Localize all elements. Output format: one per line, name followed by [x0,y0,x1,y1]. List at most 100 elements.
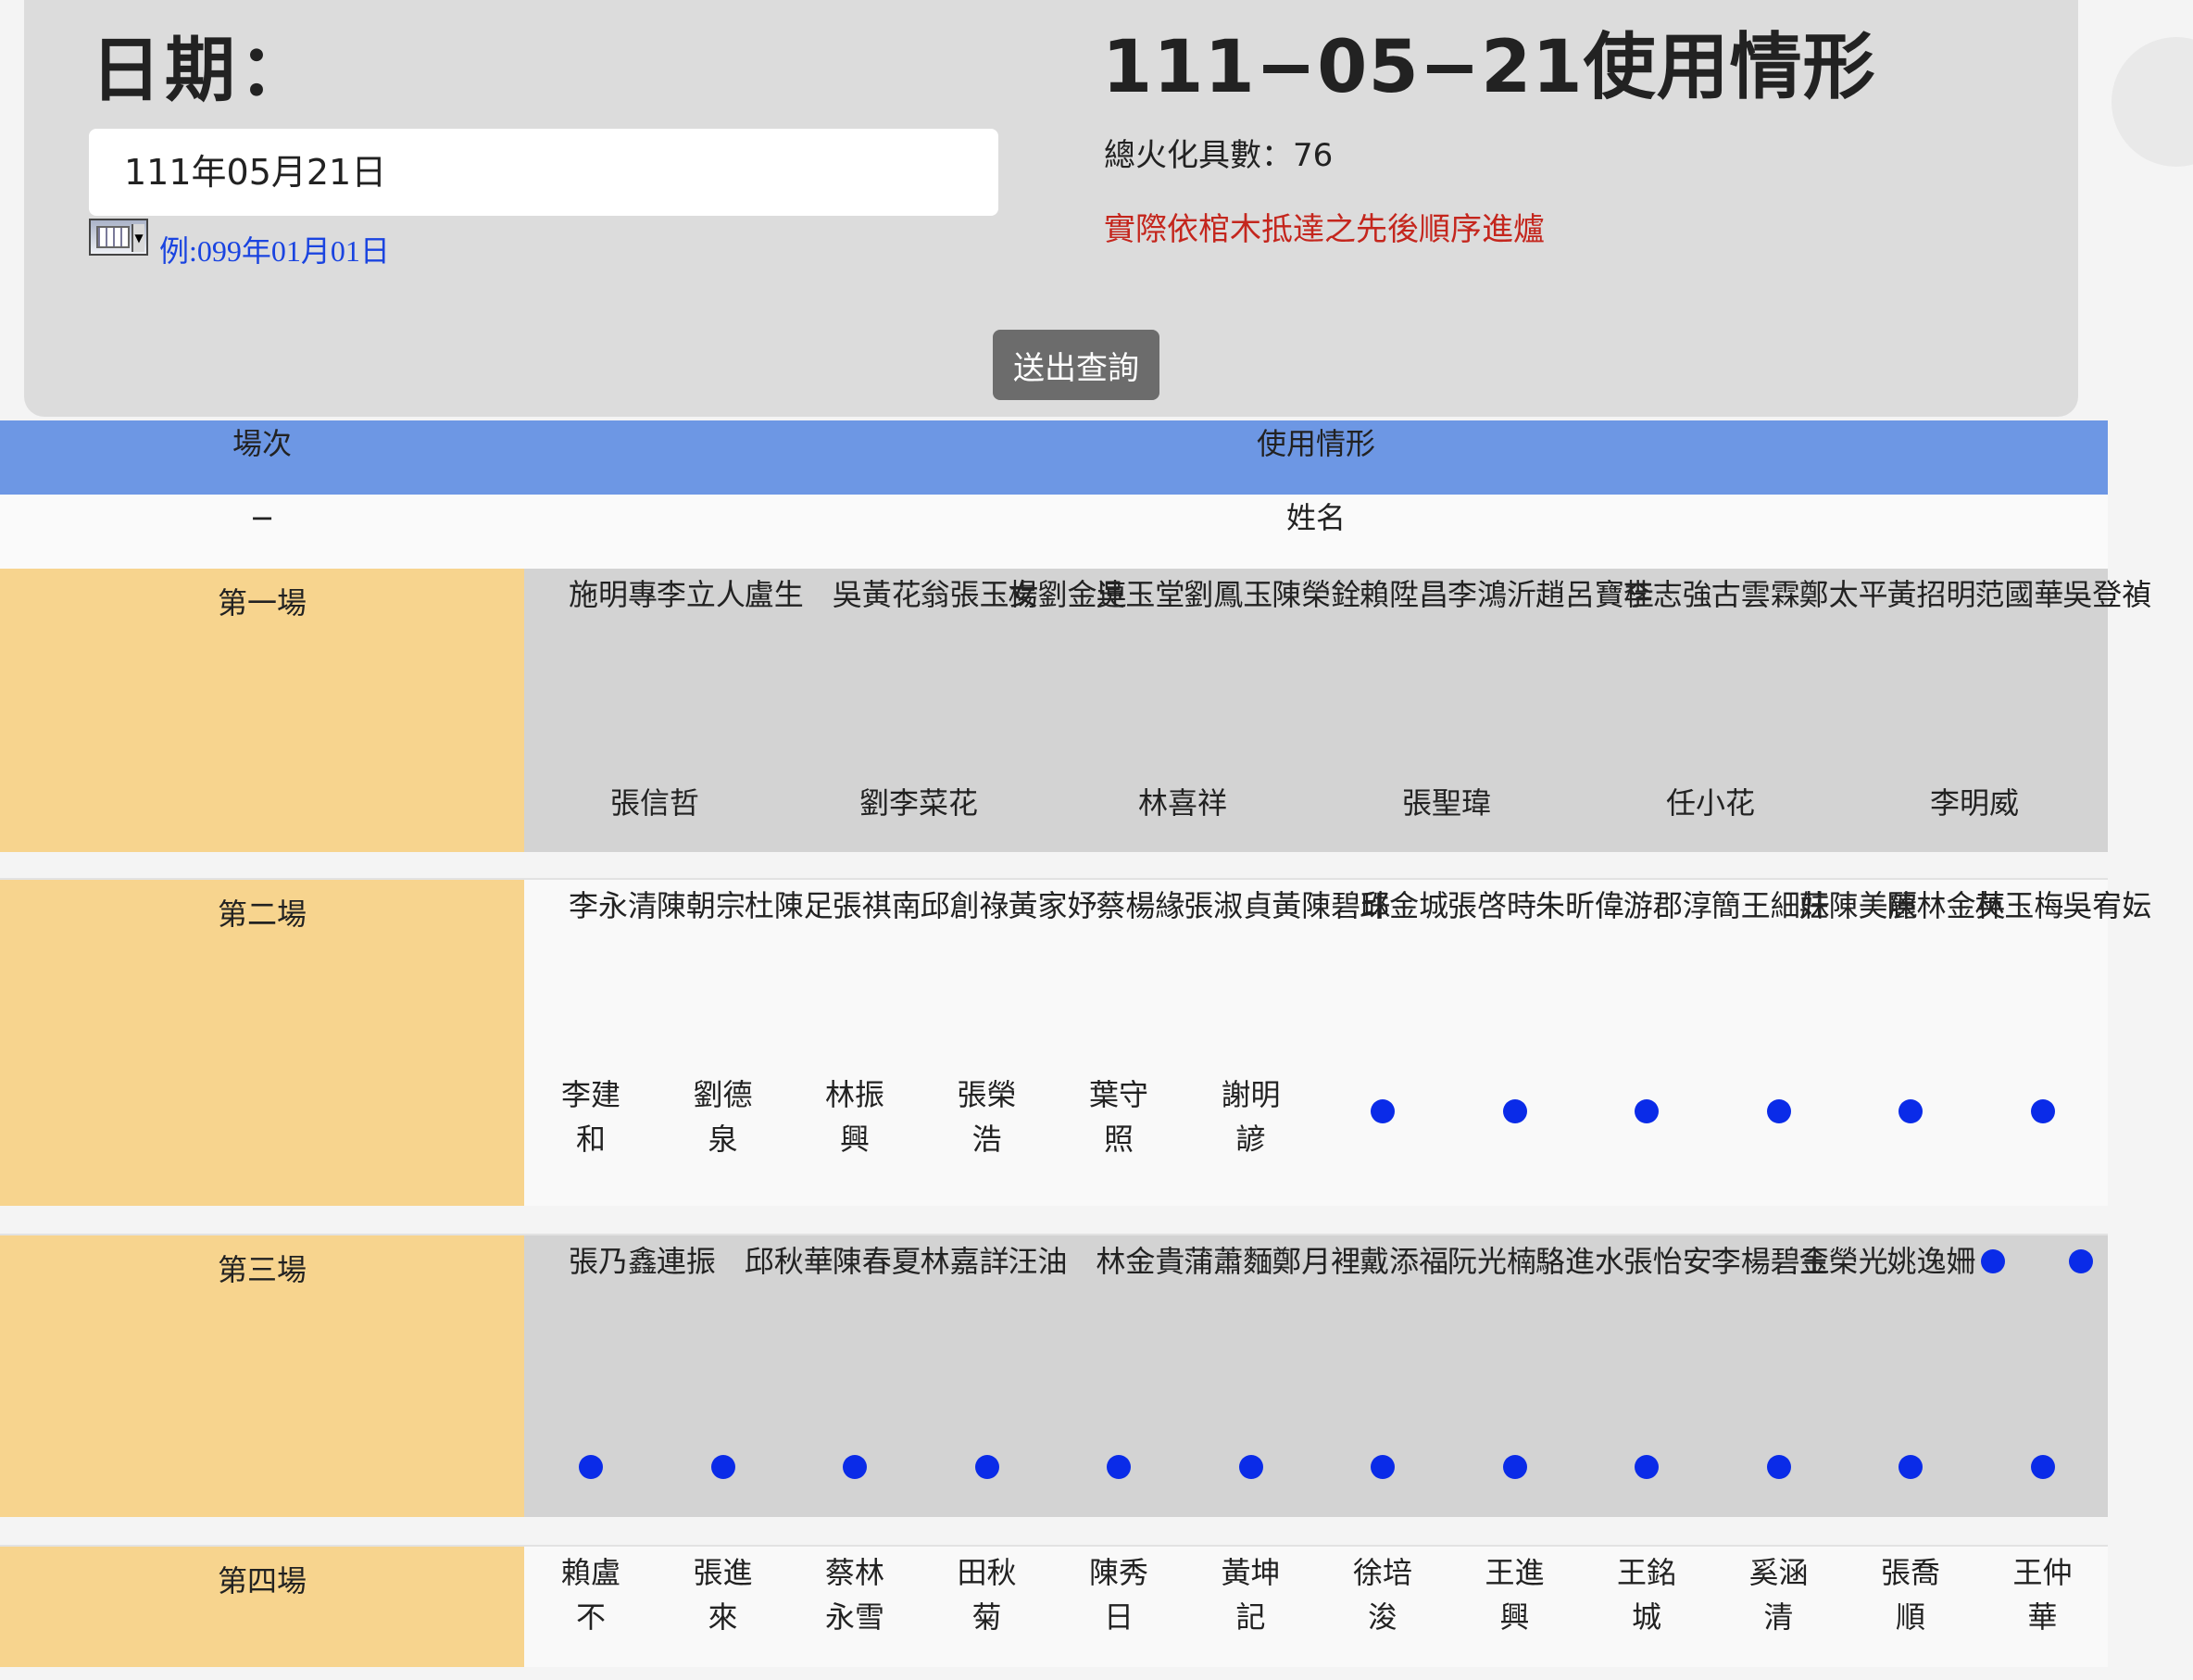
deceased-name: 林振興 [824,1077,884,1157]
deceased-name: 金榮光 [1798,1244,1888,1279]
round-label: 第一場 [0,569,524,852]
deceased-name: 張榮浩 [957,1077,1017,1157]
deceased-name: 連振 [656,1244,716,1279]
deceased-name: 賴陞昌 [1360,577,1449,612]
empty-slot-dot [1766,1099,1791,1123]
query-panel: 日期： 111年05月21日 ▼ 例:099年01月01日 111−05−21使… [24,0,2078,417]
deceased-name: 蔡楊緣 [1096,888,1185,923]
deceased-name: 張進來 [693,1555,753,1635]
calendar-icon[interactable]: ▼ [89,219,148,256]
deceased-name: 賴盧不 [560,1555,620,1635]
deceased-name: 黃家妤 [1008,888,1097,923]
round-names: 李永清 陳朝宗 杜陳足 張祺南 邱創祿 黃家妤 蔡楊緣 張淑貞 黃陳碧珠 邱金城 張啓時 朱昕偉 游郡淳… [524,880,2152,1206]
deceased-name: 李志強 [1623,577,1712,612]
deceased-name: 邱金城 [1360,888,1449,923]
deceased-name: 吳黃花 [832,577,921,612]
deceased-name: 阮光楠 [1447,1244,1537,1279]
deceased-name: 陳朝宗 [656,888,746,923]
deceased-name: 范國華 [1974,577,2064,612]
deceased-name: 李永清 [569,888,658,923]
deceased-name: 簡王細妹 [1711,888,1830,923]
date-input[interactable]: 111年05月21日 [89,129,998,216]
row-divider [0,1545,2108,1547]
deceased-name: 莊陳美麗 [1798,888,1918,923]
deceased-name: 張啓時 [1447,888,1537,923]
deceased-name: 楊劉金連 [1008,577,1127,612]
deceased-name: 林金貴 [1096,1244,1185,1279]
deceased-name: 陳春夏 [832,1244,921,1279]
deceased-name: 劉鳳玉 [1184,577,1273,612]
deceased-name: 張乃鑫 [569,1244,658,1279]
deceased-name: 張喬順 [1880,1555,1940,1635]
deceased-name: 邱秋華 [744,1244,833,1279]
empty-slot-dot [2069,1249,2094,1273]
empty-slot-dot [1371,1099,1395,1123]
date-label: 日期： [91,29,313,111]
header-usage: 使用情形 [1256,426,1375,461]
deceased-name: 葉守照 [1088,1077,1148,1157]
subheader-name: 姓名 [1285,500,1346,535]
deceased-name: 張怡安 [1623,1244,1712,1279]
round-label: 第二場 [0,880,524,1206]
empty-slot-dot [974,1455,999,1479]
deceased-name: 駱進水 [1535,1244,1624,1279]
empty-slot-dot [1238,1455,1263,1479]
deceased-name: 邱創祿 [920,888,1009,923]
deceased-name: 張淑貞 [1184,888,1273,923]
deceased-name: 古雲霖 [1711,577,1800,612]
deceased-name: 鄭月裡 [1272,1244,1361,1279]
background-decoration [2112,37,2193,167]
deceased-name: 蒲蕭麵 [1184,1244,1273,1279]
round-names: 施明專 李立人 盧生 吳黃花 翁張玉女 楊劉金連 吳玉堂 劉鳳玉 陳榮銓 賴陞昌 李鴻沂 趙呂寶桂 李志… [524,569,2152,852]
deceased-name: 黃招明 [1886,577,1976,612]
header-round: 場次 [232,426,292,461]
empty-slot-dot [1107,1455,1131,1479]
empty-slot-dot [710,1455,735,1479]
date-example-hint: 例:099年01月01日 [159,234,390,268]
deceased-name: 李楊碧玉 [1711,1244,1830,1279]
deceased-name: 趙呂寶桂 [1535,577,1654,612]
deceased-name: 王仲華 [2012,1555,2073,1635]
deceased-name: 李建和 [560,1077,620,1157]
empty-slot-dot [1502,1099,1527,1123]
empty-slot-dot [1635,1099,1659,1123]
deceased-name: 黃陳碧珠 [1272,888,1391,923]
row-divider [0,1234,2108,1235]
empty-slot-dot [1502,1455,1527,1479]
deceased-name: 朱昕偉 [1535,888,1624,923]
submit-query-button[interactable]: 送出查詢 [993,330,1159,400]
empty-slot-dot [1766,1455,1791,1479]
deceased-name: 林玉梅 [1974,888,2064,923]
deceased-name: 陳秀日 [1088,1555,1148,1635]
deceased-name: 盧生 [744,577,804,612]
order-notice: 實際依棺木抵達之先後順序進爐 [1104,211,1545,248]
usage-title: 111−05−21使用情形 [1102,26,1876,109]
deceased-name: 林嘉詳 [920,1244,1009,1279]
deceased-name: 吳登禎 [2062,577,2152,612]
empty-slot-dot [579,1455,603,1479]
deceased-name: 姚逸姍 [1886,1244,1976,1279]
empty-slot-dot [2030,1099,2055,1123]
deceased-name: 謝明諺 [1221,1077,1281,1157]
deceased-name: 黃坤記 [1221,1555,1281,1635]
deceased-name: 吳宥妘 [2062,888,2152,923]
deceased-name: 戴添福 [1360,1244,1449,1279]
deceased-name: 吳玉堂 [1096,577,1185,612]
subheader-round: − [249,500,275,535]
round-label: 第四場 [0,1547,524,1667]
deceased-name: 張祺南 [832,888,921,923]
deceased-name: 李立人 [656,577,746,612]
round-names: 賴盧不 張進來 蔡林永雪 田秋菊 陳秀日 黃坤記 徐培浚 王進興 王銘城 奚涵清 張喬順 王仲華 [524,1547,2108,1667]
deceased-name: 蔡林永雪 [824,1555,884,1635]
round-label: 第三場 [0,1235,524,1517]
row-divider [0,878,2108,880]
empty-slot-dot [1635,1455,1659,1479]
deceased-name: 劉德泉 [693,1077,753,1157]
deceased-name: 張聖瑋 [1401,785,1492,821]
deceased-name: 陳林金英 [1886,888,2006,923]
empty-slot-dot [2030,1455,2055,1479]
empty-slot-dot [843,1455,867,1479]
deceased-name: 李鴻沂 [1447,577,1537,612]
deceased-name: 林喜祥 [1137,785,1228,821]
deceased-name: 任小花 [1665,785,1756,821]
